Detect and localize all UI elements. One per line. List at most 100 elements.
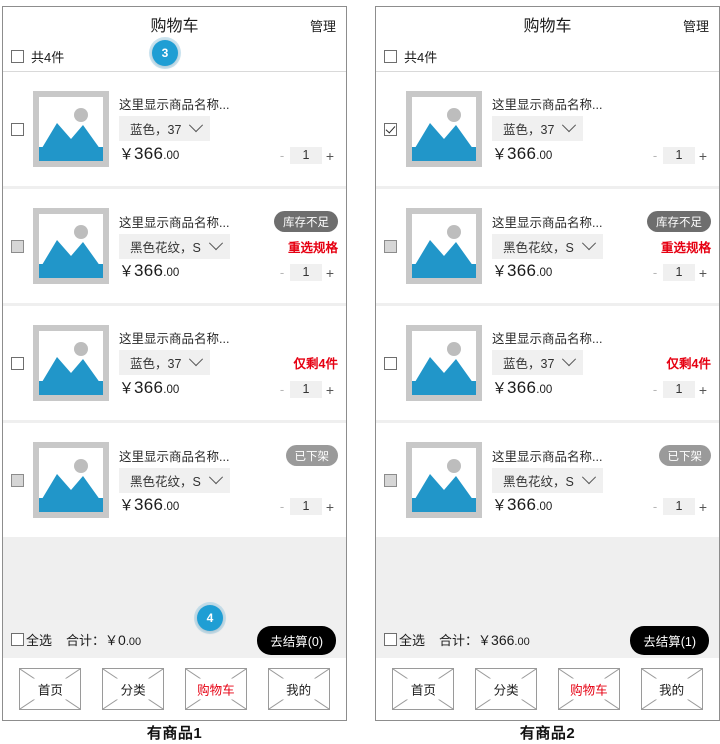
quantity-stepper[interactable]: - 1 + [647,498,711,515]
tab-mine[interactable]: 我的 [267,668,330,710]
quantity-value[interactable]: 1 [290,381,322,398]
decrease-quantity-button[interactable]: - [274,265,290,280]
image-placeholder-icon [412,214,476,278]
select-all-checkbox[interactable] [384,632,397,646]
tab-mine-label: 我的 [268,678,329,700]
decrease-quantity-button[interactable]: - [647,382,663,397]
item-spec-row: 黑色花纹，S [119,467,338,493]
item-checkbox-wrap [11,122,33,136]
spec-selector[interactable]: 黑色花纹，S [492,467,603,493]
select-all-checkbox[interactable] [11,632,24,646]
increase-quantity-button[interactable]: + [695,148,711,164]
screen-caption-2: 有商品2 [519,725,576,742]
price-minor: .00 [536,384,553,396]
image-placeholder-icon [412,448,476,512]
increase-quantity-button[interactable]: + [322,382,338,398]
decrease-quantity-button[interactable]: - [647,148,663,163]
increase-quantity-button[interactable]: + [695,265,711,281]
item-checkbox-wrap [11,356,33,370]
item-checkbox[interactable] [384,122,397,136]
checkout-button[interactable]: 去结算(0) [257,626,336,655]
quantity-value[interactable]: 1 [290,498,322,515]
cart-item[interactable]: 这里显示商品名称... 已下架 黑色花纹，S ￥366.00 - 1 + [376,423,719,537]
item-price-row: ￥366.00 - 1 + [119,143,338,164]
increase-quantity-button[interactable]: + [695,382,711,398]
item-price-row: ￥366.00 - 1 + [119,494,338,515]
status-badge: 库存不足 [274,211,338,232]
quantity-stepper[interactable]: - 1 + [647,147,711,164]
item-checkbox-wrap [11,239,33,253]
cart-item[interactable]: 这里显示商品名称... 已下架 黑色花纹，S ￥366.00 - 1 + [3,423,346,537]
spec-selector[interactable]: 蓝色，37 [119,115,211,141]
currency-symbol: ￥ [119,497,135,514]
total-minor: .00 [514,635,530,648]
spec-selector[interactable]: 蓝色，37 [119,349,211,375]
quantity-stepper[interactable]: - 1 + [274,147,338,164]
decrease-quantity-button[interactable]: - [647,499,663,514]
cart-item[interactable]: 这里显示商品名称... 蓝色，37 仅剩4件 ￥366.00 - 1 + [3,306,346,420]
item-price-row: ￥366.00 - 1 + [492,377,711,398]
item-body: 这里显示商品名称... 蓝色，37 仅剩4件 ￥366.00 - 1 + [119,325,338,401]
quantity-stepper[interactable]: - 1 + [274,381,338,398]
cart-item[interactable]: 这里显示商品名称... 蓝色，37 ￥366.00 - 1 + [376,72,719,186]
title-bar-1: 购物车 管理 [3,7,346,41]
decrease-quantity-button[interactable]: - [647,265,663,280]
increase-quantity-button[interactable]: + [322,265,338,281]
item-body: 这里显示商品名称... 库存不足 黑色花纹，S 重选规格 ￥366.00 - 1… [492,208,711,284]
tab-cart[interactable]: 购物车 [557,668,620,710]
tab-category[interactable]: 分类 [102,668,165,710]
cart-item[interactable]: 这里显示商品名称... 库存不足 黑色花纹，S 重选规格 ￥366.00 - 1… [3,189,346,303]
quantity-stepper[interactable]: - 1 + [647,381,711,398]
count-row-checkbox[interactable] [11,49,24,63]
page-title: 购物车 [523,18,572,35]
checkout-button[interactable]: 去结算(1) [630,626,709,655]
decrease-quantity-button[interactable]: - [274,382,290,397]
spec-selector[interactable]: 蓝色，37 [492,115,584,141]
spec-selector[interactable]: 黑色花纹，S [492,233,603,259]
increase-quantity-button[interactable]: + [695,499,711,515]
quantity-stepper[interactable]: - 1 + [647,264,711,281]
quantity-value[interactable]: 1 [290,147,322,164]
tab-home[interactable]: 首页 [19,668,82,710]
item-body: 这里显示商品名称... 蓝色，37 ￥366.00 - 1 + [119,91,338,167]
product-thumbnail [406,325,482,401]
increase-quantity-button[interactable]: + [322,499,338,515]
item-name-row: 这里显示商品名称... 库存不足 [492,211,711,232]
spec-selector[interactable]: 黑色花纹，S [119,467,230,493]
spec-label: 蓝色，37 [503,122,555,137]
quantity-value[interactable]: 1 [663,498,695,515]
cart-item[interactable]: 这里显示商品名称... 蓝色，37 仅剩4件 ￥366.00 - 1 + [376,306,719,420]
item-price-row: ￥366.00 - 1 + [492,494,711,515]
quantity-value[interactable]: 1 [663,264,695,281]
item-price-row: ￥366.00 - 1 + [492,260,711,281]
reselect-spec-link[interactable]: 重选规格 [288,237,338,256]
item-checkbox[interactable] [384,356,397,370]
decrease-quantity-button[interactable]: - [274,499,290,514]
quantity-value[interactable]: 1 [663,381,695,398]
manage-button[interactable]: 管理 [683,16,709,35]
quantity-value[interactable]: 1 [290,264,322,281]
manage-button[interactable]: 管理 [310,16,336,35]
image-placeholder-icon [39,97,103,161]
spec-selector[interactable]: 黑色花纹，S [119,233,230,259]
count-row-checkbox[interactable] [384,49,397,63]
low-stock-text: 仅剩4件 [666,356,711,371]
chevron-down-icon [189,352,204,367]
cart-item[interactable]: 这里显示商品名称... 蓝色，37 ￥366.00 - 1 + [3,72,346,186]
tab-mine[interactable]: 我的 [640,668,703,710]
quantity-value[interactable]: 1 [663,147,695,164]
tab-home[interactable]: 首页 [392,668,455,710]
item-checkbox[interactable] [11,122,24,136]
quantity-stepper[interactable]: - 1 + [274,498,338,515]
quantity-stepper[interactable]: - 1 + [274,264,338,281]
spec-selector[interactable]: 蓝色，37 [492,349,584,375]
tab-category[interactable]: 分类 [475,668,538,710]
decrease-quantity-button[interactable]: - [274,148,290,163]
item-checkbox[interactable] [11,356,24,370]
tab-category-label: 分类 [103,678,164,700]
reselect-spec-link[interactable]: 重选规格 [661,237,711,256]
cart-item[interactable]: 这里显示商品名称... 库存不足 黑色花纹，S 重选规格 ￥366.00 - 1… [376,189,719,303]
currency-symbol: ￥ [119,146,135,163]
tab-cart[interactable]: 购物车 [184,668,247,710]
increase-quantity-button[interactable]: + [322,148,338,164]
